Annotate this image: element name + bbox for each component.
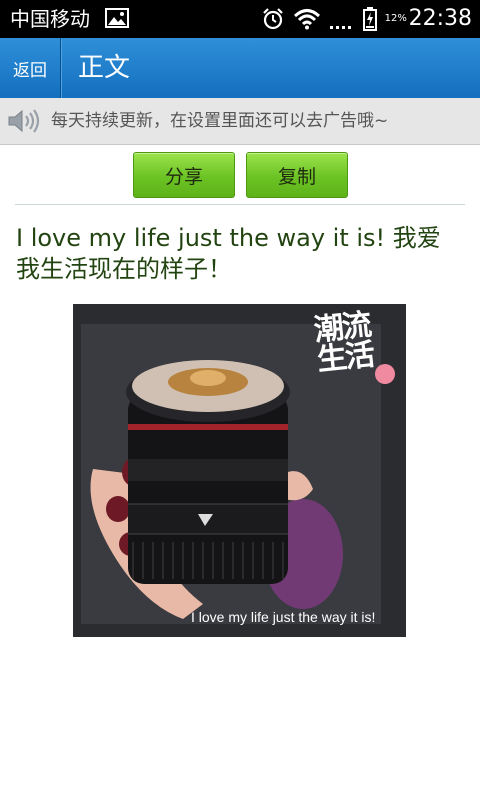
watermark-logo: 潮流生活 [312, 307, 375, 379]
carrier-name: 中国移动 [10, 7, 90, 31]
wifi-icon [293, 9, 320, 30]
title-bar: 返回 正文 [0, 38, 480, 98]
notice-bar: 每天持续更新，在设置里面还可以去广告哦~ [0, 98, 480, 145]
notice-text: 每天持续更新，在设置里面还可以去广告哦~ [51, 111, 389, 131]
battery-charging-icon [362, 7, 377, 31]
clock: 22:38 [408, 6, 472, 31]
image-notification-icon [105, 8, 129, 28]
share-button[interactable]: 分享 [133, 152, 235, 198]
signal-icon [329, 26, 351, 29]
article-image[interactable]: 潮流生活 I love my life just the way it is! [73, 304, 406, 637]
back-button[interactable]: 返回 [0, 38, 60, 98]
status-bar: 中国移动 12% 22:38 [0, 0, 480, 38]
title-divider [60, 38, 61, 98]
battery-percent: 12% [384, 13, 407, 24]
content-divider [15, 204, 465, 205]
article-text[interactable]: I love my life just the way it is! 我爱我生活… [16, 223, 456, 285]
page-title: 正文 [78, 53, 131, 83]
copy-button[interactable]: 复制 [246, 152, 348, 198]
speaker-icon [8, 109, 40, 133]
image-caption: I love my life just the way it is! [191, 609, 376, 625]
alarm-icon [262, 8, 283, 30]
